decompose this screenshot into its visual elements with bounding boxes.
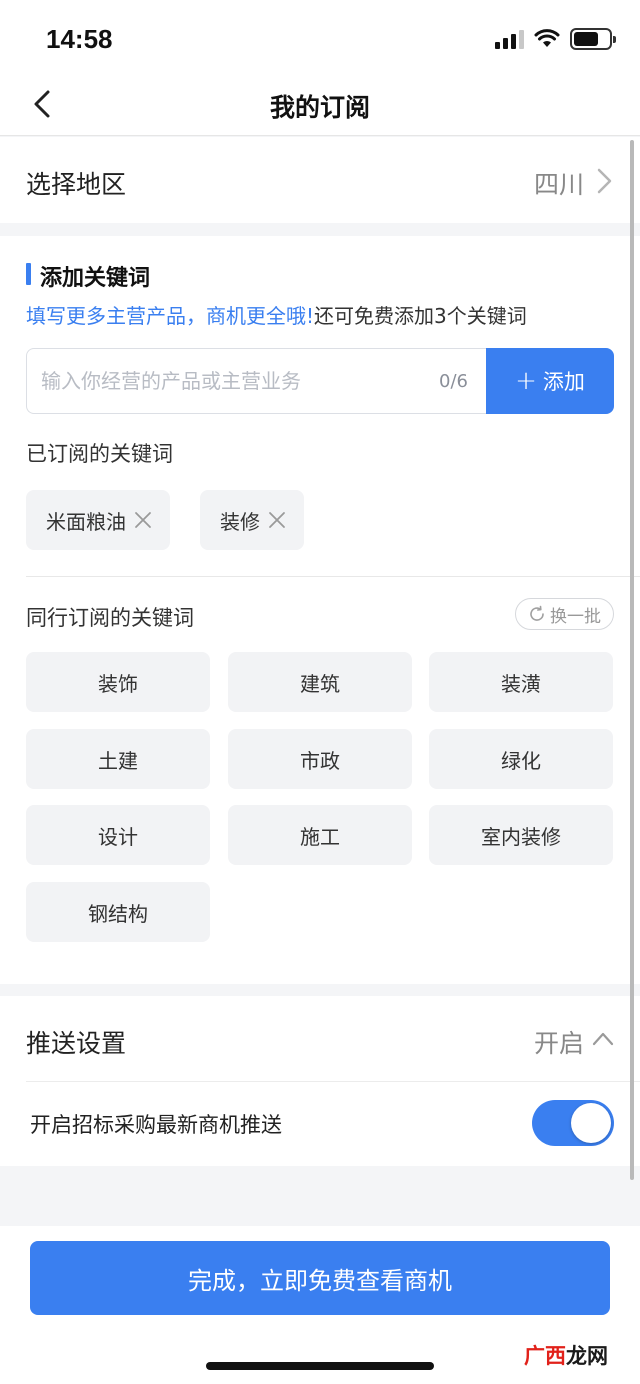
promo-highlight: 填写更多主营产品，商机更全哦! [26,304,315,328]
add-keyword-label: 添加 [542,370,585,394]
page-title: 我的订阅 [269,93,370,122]
scrollbar[interactable] [630,140,634,1180]
wifi-icon [534,29,560,47]
push-settings-label: 推送设置 [26,1029,127,1058]
promo-remaining: 还可免费添加3个关键词 [314,304,527,328]
peer-keywords-label: 同行订阅的关键词 [26,606,194,630]
peer-keyword[interactable]: 建筑 [228,652,412,712]
region-value: 四川 [533,170,584,199]
peer-keyword[interactable]: 市政 [228,729,412,789]
peer-keyword[interactable]: 绿化 [429,729,613,789]
add-keywords-title: 添加关键词 [26,260,150,292]
status-bar: 14:58 [0,0,640,76]
watermark: 广西龙网 [524,1344,608,1368]
peer-keyword[interactable]: 室内装修 [429,805,613,865]
region-label: 选择地区 [26,170,127,199]
subscribed-keywords-label: 已订阅的关键词 [26,442,173,466]
subscribed-keyword-chip: 米面粮油 [26,490,170,550]
nav-bar: 我的订阅 [0,76,640,136]
chip-label: 装修 [220,509,260,534]
push-settings: 推送设置 开启 开启招标采购最新商机推送 [0,996,640,1166]
chip-label: 米面粮油 [46,509,126,534]
bottom-bar: 完成，立即免费查看商机 广西龙网 [0,1226,640,1384]
peer-keyword[interactable]: 土建 [26,729,210,789]
status-time: 14:58 [46,24,113,54]
subscribed-keyword-chip: 装修 [200,490,304,550]
home-indicator[interactable] [206,1362,434,1370]
remove-keyword-icon[interactable] [134,511,152,529]
add-keyword-button[interactable]: + 添加 [486,348,614,414]
cellular-signal-icon [495,29,524,49]
keywords-card: 添加关键词 填写更多主营产品，商机更全哦!还可免费添加3个关键词 0/6 + 添… [0,236,640,984]
peer-keyword[interactable]: 施工 [228,805,412,865]
chevron-right-icon [597,168,612,194]
remove-keyword-icon[interactable] [268,511,286,529]
push-state[interactable]: 开启 [534,1024,584,1060]
done-view-opportunities-button[interactable]: 完成，立即免费查看商机 [30,1241,610,1315]
refresh-label: 换一批 [550,606,601,627]
keyword-char-counter: 0/6 [439,371,468,392]
push-divider [26,1081,640,1082]
push-toggle-label: 开启招标采购最新商机推送 [30,1113,282,1137]
refresh-keywords-button[interactable]: 换一批 [515,598,614,630]
keyword-input-row: 0/6 + 添加 [26,348,614,414]
keyword-input[interactable] [41,349,431,413]
keyword-promo: 填写更多主营产品，商机更全哦!还可免费添加3个关键词 [26,300,527,329]
peer-keyword[interactable]: 钢结构 [26,882,210,942]
toggle-knob [571,1103,611,1143]
peer-keyword[interactable]: 装饰 [26,652,210,712]
region-selector[interactable]: 选择地区 四川 [0,137,640,223]
push-toggle[interactable] [532,1100,614,1146]
system-icons [495,26,616,52]
refresh-icon [530,605,544,621]
peer-keyword[interactable]: 装潢 [429,652,613,712]
section-divider [26,576,640,577]
chevron-up-icon[interactable] [592,1030,614,1046]
plus-icon: + [515,366,537,396]
peer-keyword[interactable]: 设计 [26,805,210,865]
keyword-input-box: 0/6 [26,348,486,414]
battery-icon [570,28,616,50]
